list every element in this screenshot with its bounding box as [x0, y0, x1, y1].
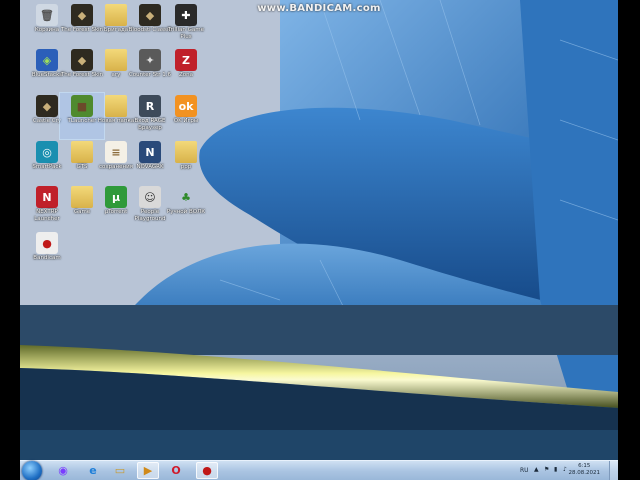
- language-indicator[interactable]: RU: [520, 467, 529, 474]
- zona-icon: Z: [175, 49, 197, 71]
- taskbar-button[interactable]: e: [82, 462, 104, 479]
- minecraft-icon: ■: [71, 95, 93, 117]
- folder-icon: [71, 186, 93, 208]
- people-playground-icon: ☺: [139, 186, 161, 208]
- utorrent-icon: µ: [105, 186, 127, 208]
- network-icon[interactable]: ▮: [554, 466, 557, 473]
- start-button[interactable]: [22, 461, 42, 480]
- media-player-icon: ▶: [143, 464, 153, 477]
- desktop-icon[interactable]: ok OK Игры: [164, 93, 208, 139]
- folder-icon: [71, 141, 93, 163]
- taskbar: ◉ e ▭ ▶ O ● RU ▲ ⚑ ▮ ♪ 6:15 28.08.2021: [20, 460, 618, 480]
- game-icon: ◆: [139, 4, 161, 26]
- show-desktop-button[interactable]: [609, 461, 618, 480]
- game-icon: ◆: [71, 49, 93, 71]
- rage-icon: R: [139, 95, 161, 117]
- nextrp-icon: N: [36, 186, 58, 208]
- desktop-icon[interactable]: ppp: [164, 139, 208, 185]
- folder-icon: [105, 4, 127, 26]
- alice-icon: ◉: [58, 464, 68, 477]
- game-icon: ◆: [36, 95, 58, 117]
- desktop-icon-label: OK Игры: [173, 118, 199, 124]
- flag-icon[interactable]: ⚑: [544, 466, 549, 473]
- ok-icon: ok: [175, 95, 197, 117]
- desktop-icon[interactable]: ✚ Trillian Game Plus: [164, 2, 208, 48]
- explorer-icon: ▭: [114, 464, 126, 477]
- bluestacks-icon: ◈: [36, 49, 58, 71]
- folder-icon: [105, 49, 127, 71]
- desktop-icon[interactable]: ♣ Ручной ВОЛК: [164, 184, 208, 230]
- desktop-icon-label: Ручной ВОЛК: [166, 209, 206, 215]
- opera-icon: O: [171, 464, 181, 477]
- desktop: www.BANDICAM.com 🗑 Корзина ◆ The Forest Ski…: [20, 0, 618, 480]
- tree-icon: ♣: [181, 190, 191, 204]
- folder-icon: [105, 95, 127, 117]
- desktop-icon-label: ppp: [180, 164, 192, 170]
- desktop-icon-label: Trillian Game Plus: [168, 27, 204, 40]
- desktop-icon-label: Bandicam: [33, 255, 61, 261]
- bandicam-icon: ●: [202, 464, 212, 477]
- folder-icon: [175, 141, 197, 163]
- gamepad-icon: ✚: [175, 4, 197, 26]
- desktop-icon-label: Zona: [179, 72, 193, 78]
- bandicam-icon: ●: [36, 232, 58, 254]
- file-icon: ≡: [105, 141, 127, 163]
- counter-strike-icon: ✦: [139, 49, 161, 71]
- taskbar-button[interactable]: ▭: [109, 462, 131, 479]
- taskbar-button[interactable]: ◉: [52, 462, 74, 479]
- volume-icon[interactable]: ♪: [563, 466, 567, 473]
- ie-icon: e: [89, 464, 97, 477]
- clock-date: 28.08.2021: [568, 470, 601, 476]
- tray-arrow-icon[interactable]: ▲: [534, 466, 539, 473]
- clock[interactable]: 6:15 28.08.2021: [569, 463, 601, 477]
- recycle-bin-icon: 🗑: [36, 4, 58, 26]
- desktop-icon[interactable]: Z Zona: [164, 47, 208, 93]
- clock-time: 6:15: [578, 463, 591, 469]
- taskbar-button[interactable]: ▶: [137, 462, 159, 479]
- game-icon: ◆: [71, 4, 93, 26]
- nova-icon: N: [139, 141, 161, 163]
- smartpack-icon: ◎: [36, 141, 58, 163]
- taskbar-button[interactable]: ●: [196, 462, 218, 479]
- taskbar-button[interactable]: O: [165, 462, 187, 479]
- desktop-icon[interactable]: ● Bandicam: [25, 230, 69, 276]
